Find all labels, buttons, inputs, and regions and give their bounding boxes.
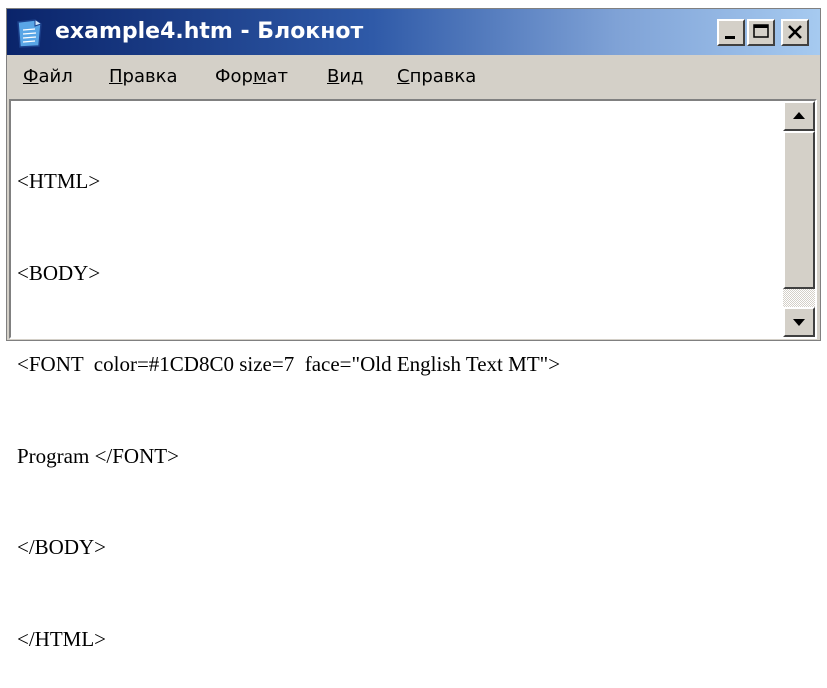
arrow-down-icon	[793, 319, 805, 326]
close-button[interactable]	[781, 19, 809, 46]
menu-view[interactable]: Вид	[327, 63, 364, 91]
editor-text[interactable]: <HTML> <BODY> <FONT color=#1CD8C0 size=7…	[17, 105, 777, 651]
close-icon	[788, 25, 802, 39]
text-line: <BODY>	[17, 260, 101, 285]
text-line: Program </FONT>	[17, 443, 179, 468]
minimize-icon	[725, 36, 735, 39]
menu-edit[interactable]: Правка	[109, 63, 178, 91]
scroll-up-button[interactable]	[783, 101, 815, 131]
window-title: example4.htm - Блокнот	[55, 19, 364, 44]
notepad-window: example4.htm - Блокнот Файл Правка Форма…	[6, 8, 821, 651]
vertical-scrollbar[interactable]	[783, 101, 815, 337]
scroll-down-button[interactable]	[783, 307, 815, 337]
maximize-button[interactable]	[747, 19, 775, 46]
minimize-button[interactable]	[717, 19, 745, 46]
menu-file[interactable]: Файл	[23, 63, 73, 91]
menu-bar: Файл Правка Формат Вид Справка	[7, 57, 820, 97]
menu-format[interactable]: Формат	[215, 63, 288, 91]
notepad-icon[interactable]	[15, 18, 43, 48]
text-line: </HTML>	[17, 626, 107, 651]
text-line: <FONT color=#1CD8C0 size=7 face="Old Eng…	[17, 352, 561, 376]
maximize-icon	[753, 24, 769, 38]
title-bar[interactable]: example4.htm - Блокнот	[7, 9, 820, 55]
text-line: </BODY>	[17, 535, 107, 559]
text-line: <HTML>	[17, 169, 101, 193]
menu-help[interactable]: Справка	[397, 63, 476, 91]
scrollbar-thumb[interactable]	[783, 131, 815, 289]
text-editor[interactable]: <HTML> <BODY> <FONT color=#1CD8C0 size=7…	[9, 99, 817, 651]
arrow-up-icon	[793, 112, 805, 119]
